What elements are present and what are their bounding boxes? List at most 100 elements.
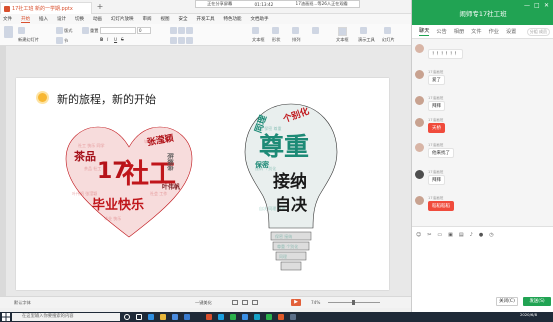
maximize-icon[interactable]: □	[534, 2, 540, 9]
heart-word-cloud[interactable]: 社工 快乐 同学 毕业 陈婉亲 叶伟帆 张滢颖 社会 工作 毕业 快乐 茶品 社工 1…	[64, 125, 194, 240]
app-icon[interactable]	[254, 314, 260, 320]
chat-tab-0[interactable]: 聊天	[419, 27, 430, 36]
chat-tab-5[interactable]: 设置	[506, 28, 516, 35]
taskbar-clock[interactable]: 2020/6/8	[520, 312, 537, 317]
view-normal-icon[interactable]	[232, 300, 238, 305]
music-icon[interactable]: ♪	[470, 232, 473, 238]
font-size-box[interactable]: 0	[137, 27, 151, 34]
show-tools-label[interactable]: 演示工具	[358, 37, 375, 43]
play-button[interactable]: ▶	[291, 299, 301, 306]
task-view-icon[interactable]	[136, 314, 142, 320]
minimize-icon[interactable]: —	[524, 2, 530, 9]
camera-icon[interactable]	[290, 314, 296, 320]
menu-item-7[interactable]: 审阅	[143, 16, 152, 22]
avatar[interactable]	[415, 118, 424, 127]
chat-tab-1[interactable]: 公告	[436, 28, 446, 35]
mail-icon[interactable]	[184, 314, 190, 320]
menu-item-12[interactable]: 文档助手	[251, 16, 269, 22]
slides-panel-label[interactable]: 文本框	[336, 37, 349, 43]
file-icon[interactable]: ▭	[437, 232, 442, 238]
wechat-icon[interactable]	[230, 314, 236, 320]
slides-view-label[interactable]: 幻灯片	[382, 37, 395, 43]
document-tab[interactable]: 17社工班 新的一学期.pptx	[0, 2, 92, 14]
qq-icon[interactable]	[218, 314, 224, 320]
zoom-level[interactable]: 74%	[311, 300, 320, 305]
font-name-box[interactable]	[100, 27, 136, 34]
underline-button[interactable]: U	[114, 37, 117, 42]
menu-item-1[interactable]: 开始	[21, 16, 30, 23]
arrange-label[interactable]: 排列	[292, 37, 300, 43]
menu-item-11[interactable]: 特色功能	[224, 16, 242, 22]
menu-item-3[interactable]: 设计	[57, 16, 66, 22]
thumbnail-strip[interactable]	[0, 46, 6, 296]
send-button[interactable]: 发送(S)	[523, 297, 551, 306]
menu-item-0[interactable]: 文件	[3, 16, 12, 22]
menu-item-2[interactable]: 插入	[39, 16, 48, 22]
bold-button[interactable]: B	[100, 37, 103, 42]
view-sorter-icon[interactable]	[242, 300, 248, 305]
new-tab-button[interactable]: +	[95, 2, 105, 12]
message-bubble: 拜拜	[428, 101, 445, 111]
history-icon[interactable]: ◷	[489, 232, 493, 238]
menu-item-6[interactable]: 幻灯片放映	[111, 16, 134, 22]
new-slide-button[interactable]	[18, 27, 25, 34]
paste-button[interactable]	[4, 26, 13, 38]
zoom-slider-thumb[interactable]	[352, 300, 355, 305]
reset-button[interactable]: 重置	[82, 27, 98, 34]
bulb-word-cloud[interactable]: 同理 保密 尊重 接纳 个别化 自决 同理 尊重 保密 接纳 尊重 个别化 同理 尊重…	[241, 100, 341, 283]
store-icon[interactable]	[172, 314, 178, 320]
avatar[interactable]	[415, 96, 424, 105]
show-tools-button[interactable]	[360, 27, 367, 34]
explorer-icon[interactable]	[160, 314, 166, 320]
strike-button[interactable]: S	[121, 37, 124, 42]
chat-input-area[interactable]: ☺ ✂ ▭ ▣ ▤ ♪ ● ◷ 关闭(C) 发送(S)	[412, 226, 553, 312]
avatar[interactable]	[415, 44, 424, 53]
windows-start-icon[interactable]	[2, 313, 10, 321]
menu-item-10[interactable]: 开发工具	[197, 16, 215, 22]
avatar[interactable]	[415, 70, 424, 79]
new-slide-label[interactable]: 新建幻灯片	[18, 37, 39, 43]
slides-view-button[interactable]	[384, 27, 391, 34]
slides-panel-button[interactable]	[338, 27, 347, 36]
wps-icon[interactable]	[206, 314, 212, 320]
chat-tab-4[interactable]: 作业	[489, 28, 499, 35]
slide-canvas[interactable]: 新的旅程，新的开始 社工 快乐 同学 毕业 陈婉亲 叶伟帆 张滢颖 社会 工作 毕业…	[16, 78, 389, 290]
shape-label[interactable]: 形状	[272, 37, 280, 43]
textbox-button[interactable]	[252, 27, 259, 34]
folder-icon[interactable]: ▤	[459, 232, 464, 238]
group-members-tag[interactable]: 分组 成员	[526, 28, 550, 36]
arrange-button[interactable]	[292, 27, 299, 34]
close-icon[interactable]: ✕	[544, 2, 549, 9]
menu-item-5[interactable]: 动画	[93, 16, 102, 22]
shape-button[interactable]	[272, 27, 279, 34]
beautify-button[interactable]: 一键美化	[195, 300, 212, 306]
view-reading-icon[interactable]	[252, 300, 258, 305]
layout-button[interactable]: 版式	[56, 27, 72, 34]
list-group[interactable]	[170, 37, 193, 44]
avatar[interactable]	[415, 143, 424, 152]
scissors-icon[interactable]: ✂	[427, 232, 431, 238]
menu-item-8[interactable]: 视图	[161, 16, 170, 22]
find-replace-button[interactable]	[312, 27, 319, 34]
browser-icon[interactable]	[242, 314, 248, 320]
chat-tab-2[interactable]: 相册	[454, 28, 464, 35]
menu-item-9[interactable]: 安全	[179, 16, 188, 22]
media-icon[interactable]	[278, 314, 284, 320]
textbox-label[interactable]: 文本框	[252, 37, 265, 43]
slide-title[interactable]: 新的旅程，新的开始	[57, 91, 156, 107]
menu-item-4[interactable]: 切换	[75, 16, 84, 22]
italic-button[interactable]: I	[107, 37, 108, 42]
close-chat-button[interactable]: 关闭(C)	[496, 297, 518, 306]
avatar[interactable]	[415, 196, 424, 205]
taskbar-search-input[interactable]: 在这里输入你要搜索的内容	[12, 313, 120, 321]
mic-icon[interactable]: ●	[479, 232, 483, 238]
avatar[interactable]	[415, 170, 424, 179]
cortana-icon[interactable]	[124, 314, 130, 320]
align-group[interactable]	[170, 27, 193, 34]
edge-icon[interactable]	[148, 314, 154, 320]
image-icon[interactable]: ▣	[448, 232, 453, 238]
section-button[interactable]: 节	[56, 37, 68, 44]
emoji-icon[interactable]: ☺	[416, 232, 421, 238]
chat-app-icon[interactable]	[266, 314, 272, 320]
chat-tab-3[interactable]: 文件	[471, 28, 481, 35]
